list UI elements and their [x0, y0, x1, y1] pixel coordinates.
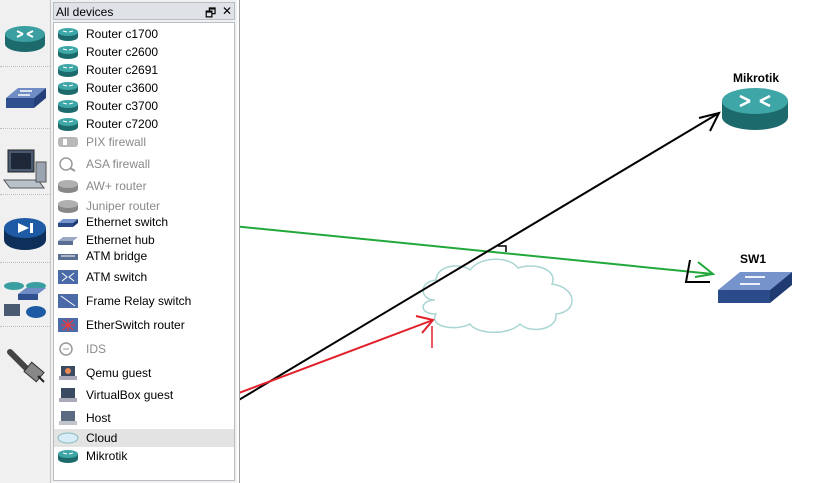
device-label: Mikrotik: [86, 449, 128, 463]
router-icon: [5, 26, 45, 52]
add-link-tool[interactable]: [0, 334, 50, 392]
sw1-node-label: SW1: [740, 252, 767, 266]
router-icon: [57, 98, 79, 114]
device-label: ATM bridge: [86, 249, 148, 263]
device-list-item[interactable]: Host: [54, 409, 234, 427]
close-icon[interactable]: ✕: [222, 4, 232, 18]
device-list-item[interactable]: Ethernet switch: [54, 213, 234, 231]
device-label: Router c1700: [86, 27, 159, 41]
device-list-item[interactable]: Router c7200: [54, 115, 234, 133]
sw1-node[interactable]: [718, 272, 792, 303]
switch-icon: [6, 88, 46, 108]
device-label: Ethernet switch: [86, 215, 169, 229]
hub-icon: [57, 232, 79, 248]
switch-icon: [57, 214, 79, 230]
cloud-icon: [57, 430, 79, 446]
device-label: VirtualBox guest: [86, 388, 174, 402]
routers-tool[interactable]: [0, 8, 50, 67]
device-label: Router c2600: [86, 45, 159, 59]
firewall-icon: [4, 218, 46, 250]
router-gray-icon: [57, 198, 79, 214]
atm-icon: [57, 269, 79, 285]
device-list-item[interactable]: Cloud: [54, 429, 234, 447]
device-list-item[interactable]: Router c2600: [54, 43, 234, 61]
device-label: Router c3700: [86, 99, 159, 113]
device-label: Router c2691: [86, 63, 159, 77]
all-devices-dock: All devices 🗗 ✕ Router c1700 Router c2600…: [51, 0, 237, 483]
firewall-icon: [57, 134, 79, 150]
device-list: Router c1700 Router c2600 Router c2691 Rout…: [53, 22, 235, 481]
switches-tool[interactable]: [0, 70, 50, 129]
device-label: AW+ router: [86, 179, 147, 193]
router-icon: [57, 116, 79, 132]
device-list-item[interactable]: ASA firewall: [54, 155, 234, 173]
cable-icon: [7, 349, 45, 383]
device-list-item[interactable]: AW+ router: [54, 177, 234, 195]
device-list-item[interactable]: PIX firewall: [54, 133, 234, 151]
device-label: Ethernet hub: [86, 233, 155, 247]
device-list-item[interactable]: ATM bridge: [54, 247, 234, 265]
dock-title-bar: All devices 🗗 ✕: [53, 2, 235, 20]
dock-title: All devices: [56, 5, 114, 19]
all-devices-tool[interactable]: [0, 268, 50, 327]
device-label: ATM switch: [86, 270, 148, 284]
asa-icon: [57, 156, 79, 172]
router-gray-icon: [57, 178, 79, 194]
ids-icon: [57, 341, 79, 357]
etherswitch-icon: [57, 317, 79, 333]
device-label: ASA firewall: [86, 157, 151, 171]
device-list-item[interactable]: Frame Relay switch: [54, 292, 234, 310]
bridge-icon: [57, 248, 79, 264]
device-label: EtherSwitch router: [86, 318, 185, 332]
device-list-item[interactable]: Router c2691: [54, 61, 234, 79]
cloud-node[interactable]: [422, 258, 573, 333]
device-label: Frame Relay switch: [86, 294, 192, 308]
devices-group-icon: [4, 282, 46, 318]
device-label: Cloud: [86, 431, 118, 445]
device-list-item[interactable]: VirtualBox guest: [54, 386, 234, 404]
computer-icon: [3, 149, 47, 189]
router-icon: [57, 80, 79, 96]
router-icon: [57, 44, 79, 60]
router-icon: [57, 448, 79, 464]
device-list-item[interactable]: ATM switch: [54, 268, 234, 286]
mikrotik-node[interactable]: [722, 88, 788, 130]
security-devices-tool[interactable]: [0, 204, 50, 263]
device-label: PIX firewall: [86, 135, 147, 149]
device-list-item[interactable]: Mikrotik: [54, 447, 234, 465]
router-icon: [57, 62, 79, 78]
router-icon: [57, 26, 79, 42]
qemu-icon: [57, 365, 79, 381]
device-list-item[interactable]: Router c3600: [54, 79, 234, 97]
mikrotik-node-label: Mikrotik: [733, 71, 780, 85]
topology-scene[interactable]: Mikrotik SW1: [239, 0, 827, 483]
device-label: Qemu guest: [86, 366, 152, 380]
frame-relay-icon: [57, 293, 79, 309]
end-devices-tool[interactable]: [0, 136, 50, 195]
device-label: IDS: [86, 342, 107, 356]
vbox-icon: [57, 387, 79, 403]
red-annotation-line: [240, 319, 434, 394]
device-label: Host: [86, 411, 111, 425]
device-list-item[interactable]: Router c1700: [54, 25, 234, 43]
device-list-item[interactable]: Router c3700: [54, 97, 234, 115]
device-label: Router c7200: [86, 117, 159, 131]
device-list-item[interactable]: EtherSwitch router: [54, 316, 234, 334]
device-list-item[interactable]: Qemu guest: [54, 364, 234, 382]
device-label: Router c3600: [86, 81, 159, 95]
device-label: Juniper router: [86, 199, 161, 213]
device-list-item[interactable]: IDS: [54, 340, 234, 358]
host-icon: [57, 410, 79, 426]
device-type-toolbar: [0, 0, 51, 483]
